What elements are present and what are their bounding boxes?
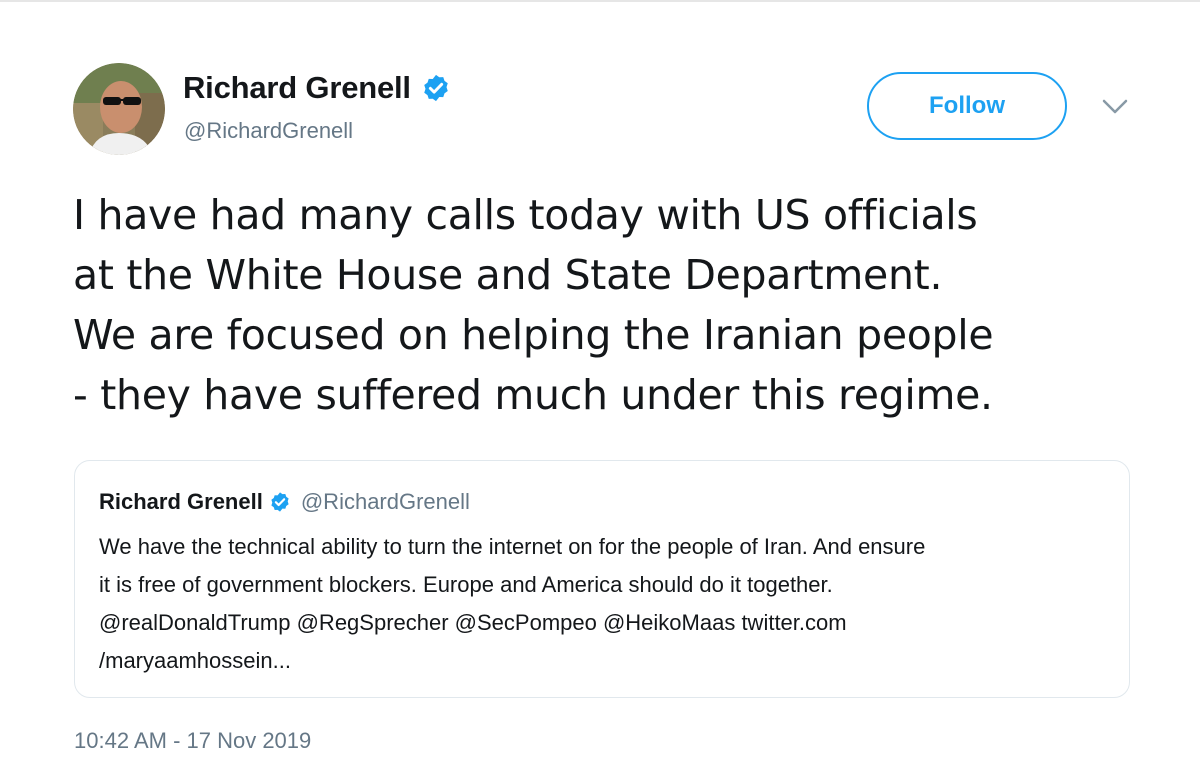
tweet-text-line: We are focused on helping the Iranian pe… (73, 311, 994, 359)
tweet-embed: Richard Grenell @RichardGrenell Follow I… (0, 0, 1200, 781)
more-menu-button[interactable] (1100, 96, 1130, 118)
tweet-timestamp[interactable]: 10:42 AM - 17 Nov 2019 (74, 728, 311, 754)
verified-badge-icon (271, 492, 289, 512)
tweet-text: I have had many calls today with US offi… (73, 185, 1163, 425)
quoted-author-display-name: Richard Grenell (99, 489, 263, 514)
author-handle[interactable]: @RichardGrenell (184, 118, 353, 144)
quoted-author-handle: @RichardGrenell (300, 489, 470, 514)
quoted-tweet-line: @realDonaldTrump @RegSprecher @SecPompeo… (99, 610, 847, 635)
avatar[interactable] (73, 63, 165, 155)
chevron-down-icon (1102, 99, 1128, 114)
quoted-tweet-header: Richard Grenell @RichardGrenell (99, 489, 470, 515)
quoted-tweet-line: We have the technical ability to turn th… (99, 534, 926, 559)
author-display-name[interactable]: Richard Grenell (183, 70, 411, 106)
tweet-text-line: - they have suffered much under this reg… (73, 371, 993, 419)
tweet-text-line: at the White House and State Department. (73, 251, 943, 299)
follow-button[interactable]: Follow (867, 72, 1067, 140)
author-name-row[interactable]: Richard Grenell (183, 68, 451, 108)
quoted-tweet-card[interactable]: Richard Grenell @RichardGrenell We have … (74, 460, 1130, 698)
avatar-photo (73, 63, 165, 155)
quoted-tweet-text: We have the technical ability to turn th… (99, 528, 1109, 680)
tweet-text-line: I have had many calls today with US offi… (73, 191, 978, 239)
quoted-tweet-line: it is free of government blockers. Europ… (99, 572, 833, 597)
verified-badge-icon (424, 74, 448, 102)
quoted-tweet-line: /maryaamhossein... (99, 648, 291, 673)
